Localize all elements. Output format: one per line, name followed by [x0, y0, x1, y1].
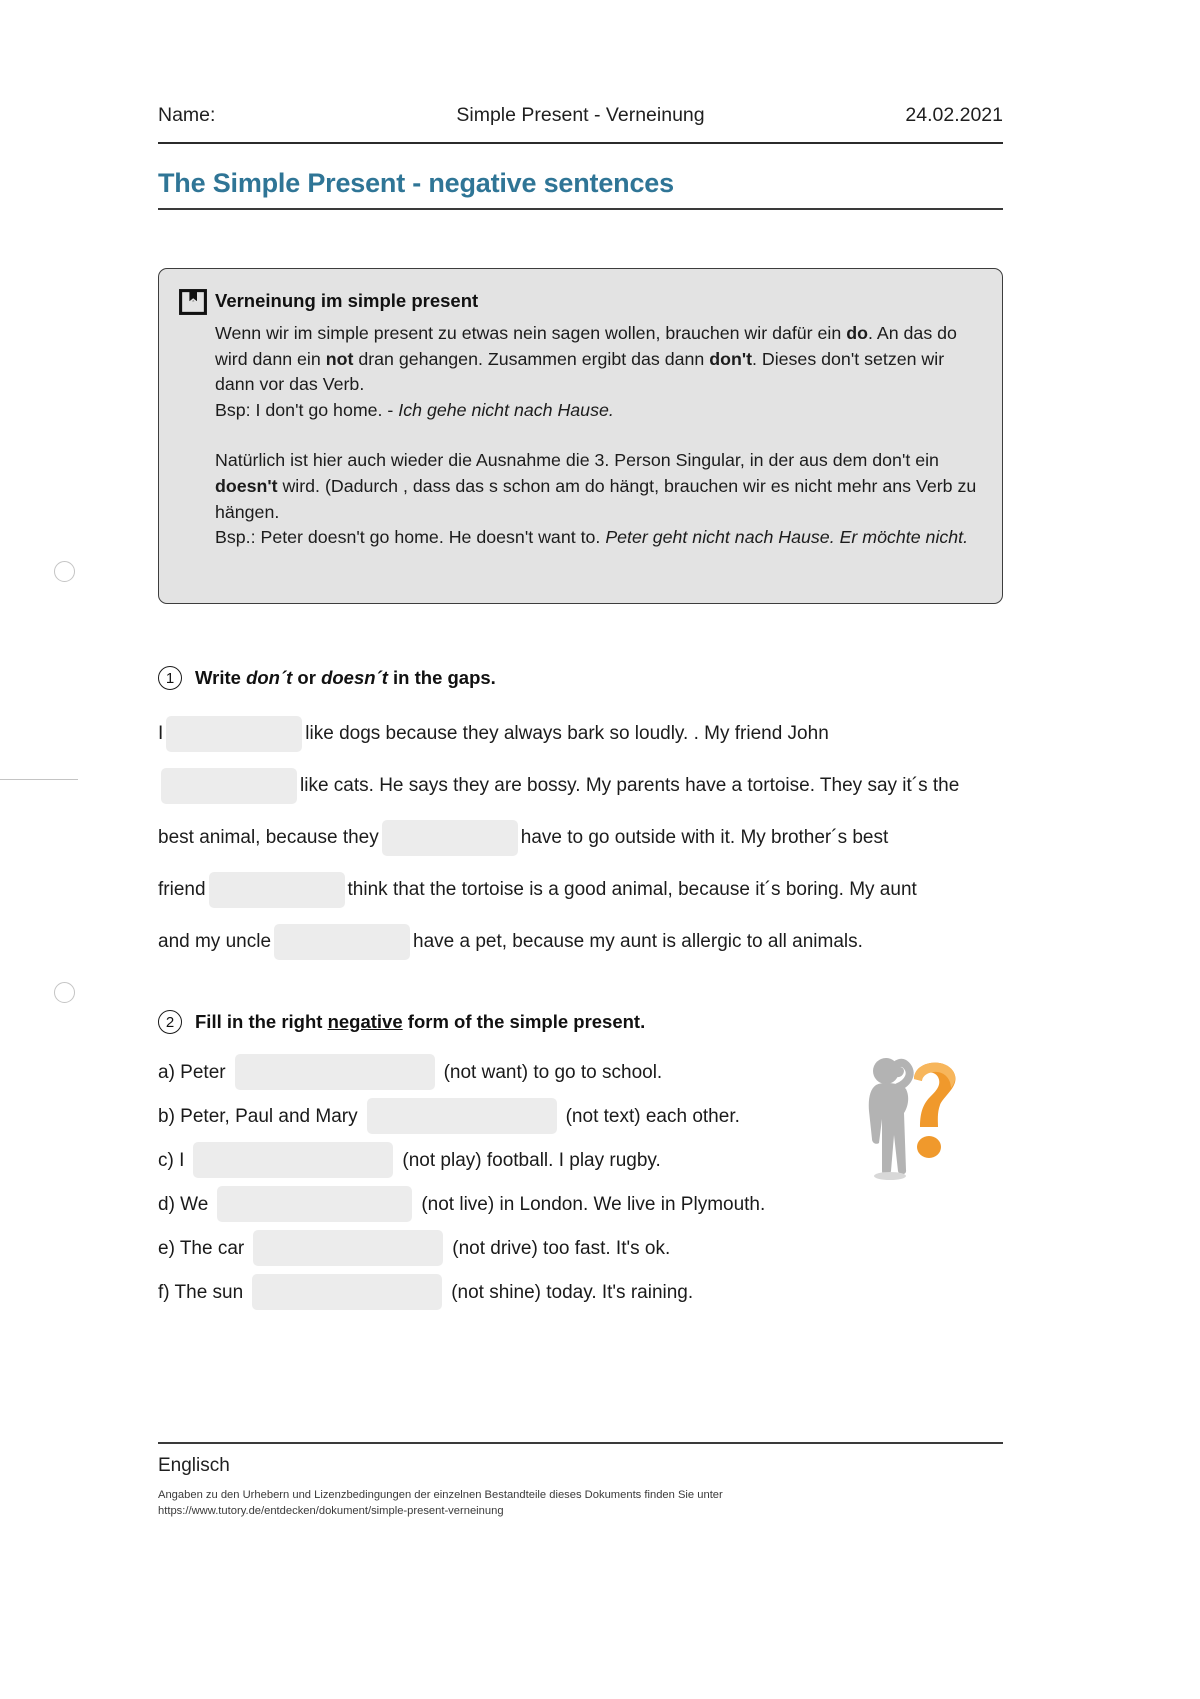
- task-2-item-prefix: d) We: [158, 1193, 209, 1215]
- info-p1-bold-do: do: [846, 323, 868, 343]
- info-p3-a: Natürlich ist hier auch wieder die Ausna…: [215, 450, 939, 471]
- cloze-segment-4: best animal, because they: [158, 827, 379, 848]
- fold-mark: [0, 779, 78, 781]
- info-box-title: Verneinung im simple present: [215, 290, 479, 311]
- task-2-item-prefix: e) The car: [158, 1237, 245, 1259]
- info-p4-a: Bsp.: Peter doesn't go home. He doesn't …: [215, 527, 606, 548]
- cloze-blank-5[interactable]: [274, 923, 411, 960]
- task-2-heading: 2 Fill in the right negative form of the…: [158, 1010, 1003, 1034]
- task-2-head-a: Fill in the right: [195, 1011, 328, 1032]
- cloze-segment-2: like dogs because they always bark so lo…: [305, 723, 829, 744]
- task-2-item-prefix: a) Peter: [158, 1061, 226, 1083]
- task-2-head-b: form of the simple present.: [402, 1011, 646, 1032]
- task-2-answer-blank[interactable]: [253, 1230, 444, 1266]
- info-paragraph-1: Wenn wir im simple present zu etwas nein…: [215, 321, 980, 398]
- task-1-head-italic-dont: don´t: [246, 667, 293, 688]
- task-2-item-suffix: (not shine) today. It's raining.: [451, 1281, 694, 1303]
- cloze-segment-8: and my uncle: [158, 931, 272, 952]
- task-2-answer-blank[interactable]: [366, 1098, 557, 1134]
- info-p2-italic: Ich gehe nicht nach Hause.: [398, 399, 614, 420]
- name-label: Name:: [158, 104, 216, 126]
- task-1-head-c: in the gaps.: [387, 667, 496, 688]
- cloze-segment-3: like cats. He says they are bossy. My pa…: [300, 775, 960, 796]
- task-2-item-prefix: f) The sun: [158, 1281, 244, 1303]
- info-paragraph-3: Natürlich ist hier auch wieder die Ausna…: [215, 448, 980, 525]
- footer-credit-line-1: Angaben zu den Urhebern und Lizenzbeding…: [158, 1489, 723, 1501]
- book-icon: [179, 288, 207, 316]
- task-2-item-prefix: b) Peter, Paul and Mary: [158, 1105, 358, 1127]
- cloze-segment-7: think that the tortoise is a good animal…: [347, 879, 917, 900]
- task-1-cloze-text: Ilike dogs because they always bark so l…: [158, 708, 1003, 968]
- task-2-item-suffix: (not drive) too fast. It's ok.: [452, 1237, 671, 1259]
- task-2-item: e) The car (not drive) too fast. It's ok.: [158, 1226, 1003, 1270]
- task-1-head-italic-doesnt: doesn´t: [321, 667, 388, 688]
- footer-credit: Angaben zu den Urhebern und Lizenzbeding…: [158, 1487, 918, 1519]
- cloze-blank-3[interactable]: [381, 819, 518, 856]
- info-paragraph-2: Bsp: I don't go home. - Ich gehe nicht n…: [215, 398, 980, 424]
- task-2-item: f) The sun (not shine) today. It's rainin…: [158, 1270, 1003, 1314]
- info-p1-bold-dont: don't: [709, 348, 752, 369]
- info-paragraph-4: Bsp.: Peter doesn't go home. He doesn't …: [215, 525, 980, 551]
- info-p1-bold-not: not: [325, 348, 354, 369]
- task-2-item-suffix: (not text) each other.: [565, 1105, 740, 1127]
- info-p2-a: Bsp: I don't go home. -: [215, 399, 399, 420]
- task-2-item-prefix: c) I: [158, 1149, 185, 1171]
- task-2-number: 2: [158, 1010, 182, 1034]
- document-date: 24.02.2021: [905, 104, 1003, 126]
- task-2-head-underline-negative: negative: [327, 1011, 403, 1032]
- info-p1-a: Wenn wir im simple present zu etwas nein…: [215, 323, 847, 343]
- header-divider: [158, 142, 1003, 144]
- footer-subject: Englisch: [158, 1455, 230, 1476]
- cloze-segment-1: I: [158, 723, 164, 744]
- footer-divider: [158, 1442, 1003, 1444]
- task-1-number: 1: [158, 666, 182, 690]
- task-1-head-a: Write: [195, 667, 247, 688]
- cloze-blank-1[interactable]: [166, 715, 303, 752]
- info-spacer: [215, 423, 980, 448]
- cloze-segment-9: have a pet, because my aunt is allergic …: [413, 931, 863, 952]
- task-1: 1 Write don´t or doesn´t in the gaps. Il…: [158, 666, 1003, 968]
- task-2-instruction: Fill in the right negative form of the s…: [195, 1011, 645, 1033]
- cloze-blank-4[interactable]: [208, 871, 345, 908]
- worksheet-page: Name: Simple Present - Verneinung 24.02.…: [0, 0, 1200, 1699]
- cloze-segment-5: have to go outside with it. My brother´s…: [520, 827, 889, 848]
- task-1-heading: 1 Write don´t or doesn´t in the gaps.: [158, 666, 1003, 690]
- document-header: Name: Simple Present - Verneinung 24.02.…: [158, 104, 1003, 127]
- info-box: Verneinung im simple present Wenn wir im…: [158, 268, 1003, 604]
- task-2-answer-blank[interactable]: [193, 1142, 394, 1178]
- punch-hole-top: [54, 561, 75, 582]
- page-title: The Simple Present - negative sentences: [158, 168, 674, 198]
- task-1-instruction: Write don´t or doesn´t in the gaps.: [195, 667, 496, 689]
- info-box-body: Wenn wir im simple present zu etwas nein…: [215, 321, 980, 551]
- info-p1-e: dran gehangen. Zusammen ergibt das dann: [353, 348, 710, 369]
- task-2-item: d) We (not live) in London. We live in Pl…: [158, 1182, 1003, 1226]
- footer-credit-line-2[interactable]: https://www.tutory.de/entdecken/dokument…: [158, 1503, 918, 1519]
- task-2-answer-blank[interactable]: [217, 1186, 413, 1222]
- title-divider: [158, 208, 1003, 210]
- info-p3-c: wird. (Dadurch , dass das s schon am do …: [215, 475, 977, 522]
- cloze-segment-6: friend: [158, 879, 206, 900]
- punch-hole-bottom: [54, 982, 75, 1003]
- task-2-item-suffix: (not play) football. I play rugby.: [402, 1149, 661, 1171]
- thinking-person-question-mark-icon: [852, 1043, 978, 1183]
- document-subject: Simple Present - Verneinung: [456, 104, 705, 126]
- info-p3-bold-doesnt: doesn't: [215, 475, 278, 496]
- task-2-answer-blank[interactable]: [234, 1054, 435, 1090]
- task-1-head-b: or: [292, 667, 322, 688]
- cloze-blank-2[interactable]: [161, 767, 297, 804]
- task-2-answer-blank[interactable]: [252, 1274, 443, 1310]
- info-p4-italic: Peter geht nicht nach Hause. Er möchte n…: [605, 527, 969, 548]
- task-2-item-suffix: (not want) to go to school.: [443, 1061, 663, 1083]
- task-2-item-suffix: (not live) in London. We live in Plymout…: [421, 1193, 766, 1215]
